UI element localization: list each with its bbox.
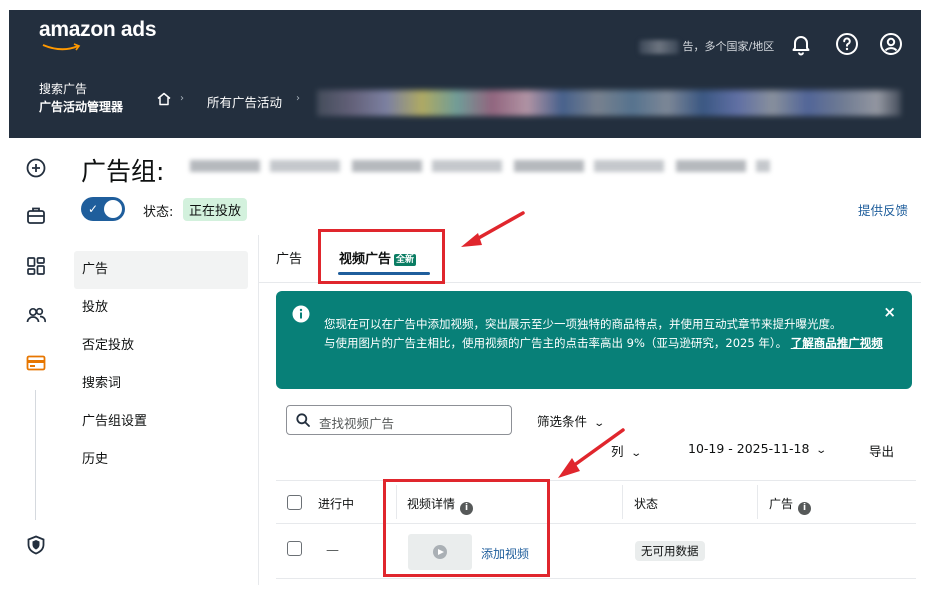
status-label: 状态:	[143, 205, 174, 220]
row-active-value: —	[326, 543, 339, 558]
chevron-down-icon: ⌄	[629, 448, 642, 459]
annotation-highlight-box	[383, 479, 550, 577]
search-icon	[296, 413, 310, 427]
account-name-redacted	[639, 40, 679, 54]
chevron-down-icon: ⌄	[815, 445, 828, 456]
breadcrumb-separator: ›	[296, 93, 300, 104]
user-icon[interactable]	[879, 32, 903, 56]
section-nav-item-negative-targeting[interactable]: 否定投放	[74, 327, 248, 365]
breadcrumb-product-line2: 广告活动管理器	[39, 100, 124, 114]
column-separator	[757, 485, 758, 519]
breadcrumb-product[interactable]: 搜索广告 广告活动管理器	[39, 80, 123, 116]
row-checkbox[interactable]	[287, 541, 302, 556]
section-nav-item-ads[interactable]: 广告	[74, 251, 248, 289]
toggle-knob	[104, 200, 122, 218]
info-icon	[292, 305, 310, 323]
top-header: amazon ads 告，多个国家/地区 搜索广告 广告活动管理器 › 所有广告…	[9, 10, 921, 138]
section-nav-item-search-terms[interactable]: 搜索词	[74, 365, 248, 403]
dashboard-icon[interactable]	[25, 255, 47, 277]
section-nav-item-history[interactable]: 历史	[74, 441, 248, 479]
section-nav: 广告 投放 否定投放 搜索词 广告组设置 历史	[74, 251, 248, 479]
bell-icon[interactable]	[789, 32, 813, 56]
tab-ads[interactable]: 广告	[276, 248, 302, 267]
status-badge: 正在投放	[183, 198, 248, 221]
ads-header-label: 广告	[769, 497, 794, 511]
breadcrumb-redacted	[317, 90, 901, 116]
annotation-arrow-icon	[558, 428, 625, 478]
rail-divider	[35, 390, 36, 520]
select-all-checkbox[interactable]	[287, 495, 302, 510]
help-icon[interactable]	[835, 32, 859, 56]
column-header-ads[interactable]: 广告 i	[769, 495, 812, 515]
close-icon[interactable]: ×	[883, 303, 896, 321]
banner-message: 您现在可以在广告中添加视频，突出展示至少一项独特的商品特点，并使用互动式章节来提…	[324, 315, 884, 353]
account-text: 告，多个国家/地区	[682, 40, 775, 53]
status-no-data-badge: 无可用数据	[635, 541, 705, 561]
table-header-bottom-line	[276, 523, 916, 524]
date-range-picker[interactable]: 10-19 - 2025-11-18 ⌄	[688, 441, 828, 456]
section-nav-item-ad-group-settings[interactable]: 广告组设置	[74, 403, 248, 441]
breadcrumb-separator: ›	[180, 93, 184, 104]
table-row-bottom-line	[276, 578, 916, 579]
banner-text-line1: 您现在可以在广告中添加视频，突出展示至少一项独特的商品特点，并使用互动式章节来提…	[324, 317, 842, 331]
users-icon[interactable]	[25, 304, 47, 326]
status-toggle[interactable]: ✓	[81, 197, 125, 221]
briefcase-icon[interactable]	[25, 204, 47, 226]
search-placeholder: 查找视频广告	[319, 416, 395, 431]
home-icon[interactable]	[156, 91, 172, 107]
video-ads-info-banner: 您现在可以在广告中添加视频，突出展示至少一项独特的商品特点，并使用互动式章节来提…	[276, 291, 912, 389]
search-input[interactable]: 查找视频广告	[286, 405, 512, 435]
column-separator	[622, 485, 623, 519]
annotation-highlight-box	[318, 229, 445, 284]
breadcrumb-all-campaigns[interactable]: 所有广告活动	[207, 92, 282, 111]
logo-smile-icon	[42, 43, 81, 51]
section-nav-item-targeting[interactable]: 投放	[74, 289, 248, 327]
ad-group-name-redacted	[190, 160, 770, 172]
info-icon[interactable]: i	[798, 502, 812, 515]
column-header-active[interactable]: 进行中	[318, 495, 354, 512]
account-selector[interactable]: 告，多个国家/地区	[639, 38, 774, 54]
amazon-ads-logo[interactable]: amazon ads	[39, 18, 157, 42]
breadcrumb-product-line1: 搜索广告	[39, 82, 88, 96]
export-button[interactable]: 导出	[869, 441, 894, 460]
content-divider	[258, 235, 259, 585]
plus-circle-icon[interactable]	[25, 157, 47, 179]
billing-card-icon[interactable]	[25, 352, 47, 374]
learn-more-link[interactable]: 了解商品推广视频	[791, 336, 883, 350]
shield-icon[interactable]	[25, 534, 47, 556]
annotation-arrow-icon	[461, 211, 525, 247]
banner-text-line2: 与使用图片的广告主相比，使用视频的广告主的点击率高出 9%（亚马逊研究，2025…	[324, 336, 788, 350]
column-header-status[interactable]: 状态	[634, 495, 658, 512]
check-icon: ✓	[88, 202, 99, 216]
feedback-link[interactable]: 提供反馈	[858, 200, 908, 219]
page-title: 广告组:	[81, 157, 165, 186]
date-range-value: 10-19 - 2025-11-18	[688, 441, 810, 456]
